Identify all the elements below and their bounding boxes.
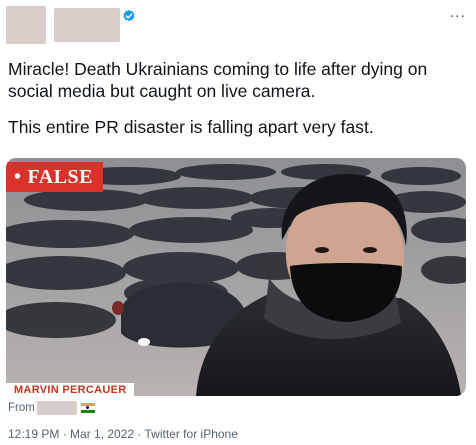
- news-lower-third: MARVIN PERCAUER: [6, 383, 135, 396]
- avatar[interactable]: [6, 6, 46, 44]
- video-thumbnail[interactable]: • FALSE MARVIN PERCAUER: [6, 158, 466, 396]
- tweet-text: Miracle! Death Ukrainians coming to life…: [8, 58, 470, 138]
- badge-label: FALSE: [27, 166, 93, 188]
- badge-bullet: •: [14, 166, 22, 188]
- fact-check-false-badge: • FALSE: [6, 162, 103, 192]
- from-location-redacted: [36, 401, 77, 415]
- from-row: From: [8, 401, 95, 415]
- from-label: From: [8, 402, 35, 414]
- tweet-timestamp[interactable]: 12:19 PM · Mar 1, 2022 · Twitter for iPh…: [8, 427, 238, 441]
- more-icon[interactable]: ...: [450, 4, 466, 22]
- verified-badge-icon: [123, 9, 135, 22]
- tweet-text-line-2: This entire PR disaster is falling apart…: [8, 117, 374, 137]
- tweet-text-line-1: Miracle! Death Ukrainians coming to life…: [8, 59, 428, 101]
- video-frame: [6, 158, 466, 396]
- author-name-redacted[interactable]: [54, 8, 120, 42]
- india-flag-icon: [80, 403, 95, 413]
